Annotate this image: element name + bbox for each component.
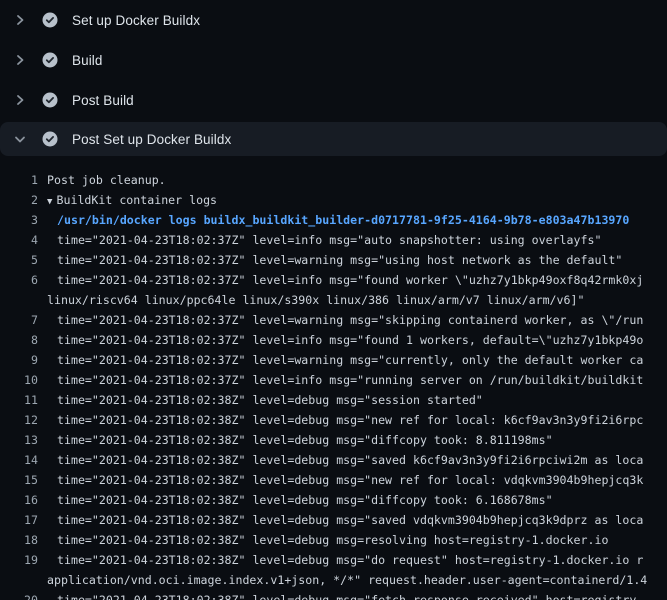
log-text: application/vnd.oci.image.index.v1+json,… [47, 570, 647, 590]
check-circle-icon [42, 131, 58, 147]
log-line: 10 time="2021-04-23T18:02:37Z" level=info… [0, 370, 667, 390]
log-line: 12 time="2021-04-23T18:02:38Z" level=debu… [0, 410, 667, 430]
log-line: 13 time="2021-04-23T18:02:38Z" level=debu… [0, 430, 667, 450]
log-line-continuation: application/vnd.oci.image.index.v1+json,… [0, 570, 667, 590]
log-text: time="2021-04-23T18:02:38Z" level=debug … [57, 550, 643, 570]
line-number[interactable]: 5 [0, 250, 38, 270]
log-line: 1 Post job cleanup. [0, 170, 667, 190]
line-number[interactable]: 14 [0, 450, 38, 470]
log-line: 2 ▼BuildKit container logs [0, 190, 667, 210]
chevron-down-icon [12, 131, 28, 147]
log-text: time="2021-04-23T18:02:38Z" level=debug … [57, 410, 643, 430]
log-text: time="2021-04-23T18:02:38Z" level=debug … [57, 470, 643, 490]
step-header-build[interactable]: Build [0, 40, 667, 80]
line-number[interactable]: 9 [0, 350, 38, 370]
log-area: 1 Post job cleanup. 2 ▼BuildKit container l… [0, 156, 667, 600]
log-command-text: /usr/bin/docker logs buildx_buildkit_bui… [57, 210, 629, 230]
log-line: 16 time="2021-04-23T18:02:38Z" level=debu… [0, 490, 667, 510]
log-group-toggle[interactable]: ▼BuildKit container logs [47, 190, 217, 210]
log-line-continuation: linux/riscv64 linux/ppc64le linux/s390x … [0, 290, 667, 310]
step-title: Build [72, 53, 103, 68]
line-number[interactable]: 17 [0, 510, 38, 530]
log-text: time="2021-04-23T18:02:38Z" level=debug … [57, 430, 553, 450]
group-expanded-triangle-icon: ▼ [47, 192, 57, 211]
line-number[interactable]: 1 [0, 170, 38, 190]
log-line: 7 time="2021-04-23T18:02:37Z" level=warni… [0, 310, 667, 330]
chevron-right-icon [12, 52, 28, 68]
log-line: 9 time="2021-04-23T18:02:37Z" level=warni… [0, 350, 667, 370]
log-line: 14 time="2021-04-23T18:02:38Z" level=debu… [0, 450, 667, 470]
line-number[interactable]: 13 [0, 430, 38, 450]
check-circle-icon [42, 12, 58, 28]
log-text: time="2021-04-23T18:02:38Z" level=debug … [57, 510, 643, 530]
log-line: 20 time="2021-04-23T18:02:38Z" level=debu… [0, 590, 667, 600]
log-line: 8 time="2021-04-23T18:02:37Z" level=info … [0, 330, 667, 350]
log-text: time="2021-04-23T18:02:37Z" level=warnin… [57, 250, 622, 270]
step-header-post-set-up-docker-buildx[interactable]: Post Set up Docker Buildx [0, 122, 667, 156]
line-number[interactable]: 6 [0, 270, 38, 290]
step-header-post-build[interactable]: Post Build [0, 80, 667, 120]
log-text: time="2021-04-23T18:02:37Z" level=info m… [57, 330, 643, 350]
log-line: 18 time="2021-04-23T18:02:38Z" level=debu… [0, 530, 667, 550]
check-circle-icon [42, 52, 58, 68]
line-number[interactable]: 12 [0, 410, 38, 430]
log-line: 5 time="2021-04-23T18:02:37Z" level=warni… [0, 250, 667, 270]
line-number[interactable]: 15 [0, 470, 38, 490]
log-text: time="2021-04-23T18:02:37Z" level=info m… [57, 270, 643, 290]
log-line: 4 time="2021-04-23T18:02:37Z" level=info … [0, 230, 667, 250]
line-number[interactable]: 7 [0, 310, 38, 330]
step-title: Post Build [72, 93, 134, 108]
log-line: 11 time="2021-04-23T18:02:38Z" level=debu… [0, 390, 667, 410]
log-text: time="2021-04-23T18:02:38Z" level=debug … [57, 490, 553, 510]
line-number[interactable]: 2 [0, 190, 38, 210]
log-group-label: BuildKit container logs [57, 193, 218, 207]
log-text: time="2021-04-23T18:02:37Z" level=warnin… [57, 350, 643, 370]
line-number [0, 290, 38, 310]
log-text: time="2021-04-23T18:02:37Z" level=info m… [57, 230, 601, 250]
log-text: time="2021-04-23T18:02:38Z" level=debug … [57, 450, 643, 470]
step-title: Set up Docker Buildx [72, 13, 200, 28]
line-number[interactable]: 19 [0, 550, 38, 570]
log-line: 19 time="2021-04-23T18:02:38Z" level=debu… [0, 550, 667, 570]
log-text: time="2021-04-23T18:02:37Z" level=warnin… [57, 310, 643, 330]
log-text: linux/riscv64 linux/ppc64le linux/s390x … [47, 290, 584, 310]
log-line: 15 time="2021-04-23T18:02:38Z" level=debu… [0, 470, 667, 490]
line-number[interactable]: 20 [0, 590, 38, 600]
step-title: Post Set up Docker Buildx [72, 132, 231, 147]
line-number[interactable]: 8 [0, 330, 38, 350]
line-number[interactable]: 4 [0, 230, 38, 250]
line-number[interactable]: 18 [0, 530, 38, 550]
chevron-right-icon [12, 92, 28, 108]
log-line: 17 time="2021-04-23T18:02:38Z" level=debu… [0, 510, 667, 530]
line-number[interactable]: 10 [0, 370, 38, 390]
step-header-set-up-docker-buildx[interactable]: Set up Docker Buildx [0, 0, 667, 40]
log-text: time="2021-04-23T18:02:38Z" level=debug … [57, 390, 483, 410]
chevron-right-icon [12, 12, 28, 28]
log-text: time="2021-04-23T18:02:37Z" level=info m… [57, 370, 643, 390]
line-number[interactable]: 11 [0, 390, 38, 410]
log-line: 6 time="2021-04-23T18:02:37Z" level=info … [0, 270, 667, 290]
line-number[interactable]: 16 [0, 490, 38, 510]
line-number[interactable]: 3 [0, 210, 38, 230]
steps-list: Set up Docker Buildx Build Post Build Post … [0, 0, 667, 156]
check-circle-icon [42, 92, 58, 108]
log-line: 3/usr/bin/docker logs buildx_buildkit_bu… [0, 210, 667, 230]
line-number [0, 570, 38, 590]
log-text: time="2021-04-23T18:02:38Z" level=debug … [57, 530, 608, 550]
log-text: time="2021-04-23T18:02:38Z" level=debug … [57, 590, 643, 600]
log-text: Post job cleanup. [47, 170, 166, 190]
